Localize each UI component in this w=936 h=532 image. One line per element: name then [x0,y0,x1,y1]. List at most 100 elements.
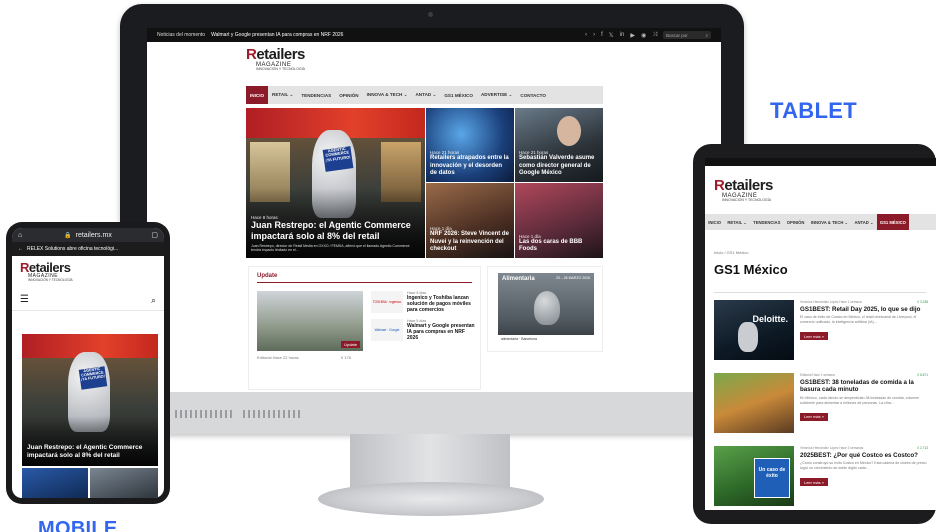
list-item[interactable]: TOSHIBA · ingenico Hace 5 días Ingenico … [371,291,475,313]
nav-item[interactable]: CONTACTO [516,86,550,104]
ad-date: 23 – 26 MARZO 2026 [555,276,590,280]
article-card[interactable]: Deloitte. Verónica Hernández López Hace 1… [714,300,928,366]
hamburger-menu-icon[interactable]: ☰ [20,294,29,305]
read-more-button[interactable]: Leer más » [800,412,828,421]
search-icon: ⌕ [705,32,708,38]
phone-logo[interactable]: Retailers MAGAZINE INNOVACIÓN Y TECNOLOG… [20,261,73,282]
hero-tile[interactable]: Hace 21 horas Retailers atrapados entre … [426,108,514,182]
article-image[interactable]: Un caso de éxito [714,446,794,506]
article-title[interactable]: GS1BEST: 38 toneladas de comida a la bas… [800,379,928,394]
arrow-left-icon: ← [18,246,23,252]
ad-footer: alimentaria · Barcelona [498,335,594,343]
article-meta: Editorial Hace 1 semana [800,373,835,377]
desktop-topbar: Noticias del momento Walmart y Google pr… [147,28,721,42]
tabs-icon[interactable]: ▢ [151,231,158,239]
monitor-speaker-grille [175,410,235,418]
hero-tile[interactable]: Hace 1 día NRF 2026: Steve Vincent de Nu… [426,183,514,258]
phone-ticker[interactable]: ← RELEX Solutions abre oficina tecnológi… [12,242,164,256]
prev-arrow-icon[interactable]: ‹ [585,32,587,38]
hero-main-meta: Hace 8 horas [251,215,278,221]
mobile-label: MOBILE [38,518,118,532]
article-excerpt: En México, cada minuto se desperdician 3… [800,395,920,405]
nav-item[interactable]: GS1 MÉXICO [440,86,477,104]
nav-item[interactable]: INNOVA & TECH ⌄ [363,86,412,104]
search-icon[interactable]: ⌕ [151,295,156,306]
read-more-button[interactable]: Leer más » [800,332,828,341]
linkedin-icon[interactable]: in [620,32,625,38]
robot-sign: AGENTIC COMMERCE ¡YA FUTURO! [78,366,108,390]
monitor-camera [428,12,433,17]
article-stats: 0 2,713 [917,446,928,450]
phone-url-bar[interactable]: ⌂ 🔒 retailers.mx ▢ [12,228,164,242]
monitor-speaker-grille [243,410,303,418]
nav-item[interactable]: GS1 MÉXICO [876,214,910,230]
nav-item[interactable]: INICIO [705,214,724,230]
desktop-search-input[interactable]: Buscar por ⌕ [663,31,711,39]
tablet-label: TABLET [770,98,857,123]
list-item[interactable]: Walmart · Google Hace 5 días Walmart y G… [371,319,475,341]
article-stats: 0 3,338 [917,300,928,304]
facebook-icon[interactable]: f [601,32,603,38]
lock-icon: 🔒 [64,232,72,239]
x-icon[interactable]: 𝕏 [609,32,614,39]
youtube-icon[interactable]: ▶ [630,32,635,39]
desktop-logo[interactable]: Retailers MAGAZINE INNOVACIÓN Y TECNOLOG… [246,47,305,72]
next-arrow-icon[interactable]: › [593,32,595,38]
update-section: Update Update Editorial Hace 22 horas 0 … [248,266,481,390]
shuffle-icon[interactable]: ⤨ [652,32,657,39]
nav-item[interactable]: ADVERTISE ⌄ [477,86,516,104]
hero-main-title[interactable]: Juan Restrepo: el Agentic Commerce impac… [251,220,420,242]
tablet-logo[interactable]: Retailers MAGAZINE INNOVACIÓN Y TECNOLOG… [714,178,773,203]
nav-item[interactable]: ANTAD ⌄ [411,86,440,104]
page-title: GS1 México [714,262,788,277]
nav-item[interactable]: RETAIL ⌄ [724,214,750,230]
read-more-button[interactable]: Leer más » [800,478,828,487]
update-main-stats: 0 176 [341,355,352,360]
nav-item[interactable]: OPINIÓN [335,86,362,104]
nav-item[interactable]: OPINIÓN [784,214,808,230]
desktop-screen: Noticias del momento Walmart y Google pr… [147,28,721,392]
article-meta: Verónica Hernández López Hace 3 semanas [800,446,864,450]
hero-tile[interactable]: Hace 1 día Las dos caras de BBB Foods [515,183,603,258]
tablet-screen: Retailers MAGAZINE INNOVACIÓN Y TECNOLOG… [705,158,936,510]
phone-hero-title[interactable]: Juan Restrepo: el Agentic Commerce impac… [27,444,153,460]
nav-item[interactable]: ANTAD ⌄ [851,214,876,230]
article-image[interactable]: Deloitte. [714,300,794,360]
update-main-image[interactable]: Update [257,291,363,351]
nav-item[interactable]: TENDENCIAS [750,214,784,230]
nav-item[interactable]: INICIO [246,86,269,104]
article-card[interactable]: Editorial Hace 1 semana 0 6,871 GS1BEST: 3… [714,373,928,439]
url-text: retailers.mx [75,231,112,239]
update-badge: Update [341,341,360,348]
nav-item[interactable]: INNOVA & TECH ⌄ [808,214,852,230]
article-card[interactable]: Un caso de éxito Verónica Hernández López… [714,446,928,510]
phone-screen: ⌂ 🔒 retailers.mx ▢ ← RELEX Solutions abr… [12,228,164,498]
ad-block[interactable]: Alimentaria 23 – 26 MARZO 2026 alimentar… [487,266,603,352]
update-heading: Update [257,273,472,283]
desktop-main-nav: INICIO RETAIL ⌄ TENDENCIAS OPINIÓN INNOVA & … [246,86,603,104]
ad-title: Alimentaria [502,276,535,282]
breadcrumb[interactable]: Inicio / GS1 México [714,250,748,255]
desktop-hero-grid: AGENTIC COMMERCE ¡YA FUTURO! Hace 8 hora… [246,108,603,258]
article-title[interactable]: 2025BEST: ¿Por qué Costco es Costco? [800,452,928,459]
phone-hero-tile[interactable]: AGENTIC COMMERCE ¡YA FUTURO! Juan Restre… [22,334,158,466]
home-icon[interactable]: ⌂ [18,232,22,239]
tablet-main-nav: INICIO RETAIL ⌄ TENDENCIAS OPINIÓN INNOVA & … [705,214,936,230]
hero-main-excerpt: Juan Restrepo, director de Retail Media … [251,243,410,252]
hero-main-tile[interactable]: AGENTIC COMMERCE ¡YA FUTURO! Hace 8 hora… [246,108,425,258]
breaking-news-ticker[interactable]: Walmart y Google presentan IA para compr… [211,32,343,38]
update-main-meta: Editorial Hace 22 horas [257,355,299,360]
hero-tile[interactable]: Hace 21 horas Sebastián Valverde asume c… [515,108,603,182]
article-stats: 0 6,871 [917,373,928,377]
article-meta: Verónica Hernández López Hace 1 semana [800,300,862,304]
article-excerpt: ¿Cómo construyó su éxito Costco en Méxic… [800,461,927,471]
nav-item[interactable]: TENDENCIAS [297,86,335,104]
device-mockup-stage: Noticias del momento Walmart y Google pr… [0,0,936,532]
breaking-news-label: Noticias del momento [157,32,206,38]
monitor-stand-base [318,482,544,516]
rss-icon[interactable]: ◉ [641,32,646,39]
article-title[interactable]: GS1BEST: Retail Day 2025, lo que se dijo [800,306,928,313]
update-list: TOSHIBA · ingenico Hace 5 días Ingenico … [371,291,475,341]
nav-item[interactable]: RETAIL ⌄ [268,86,297,104]
article-image[interactable] [714,373,794,433]
